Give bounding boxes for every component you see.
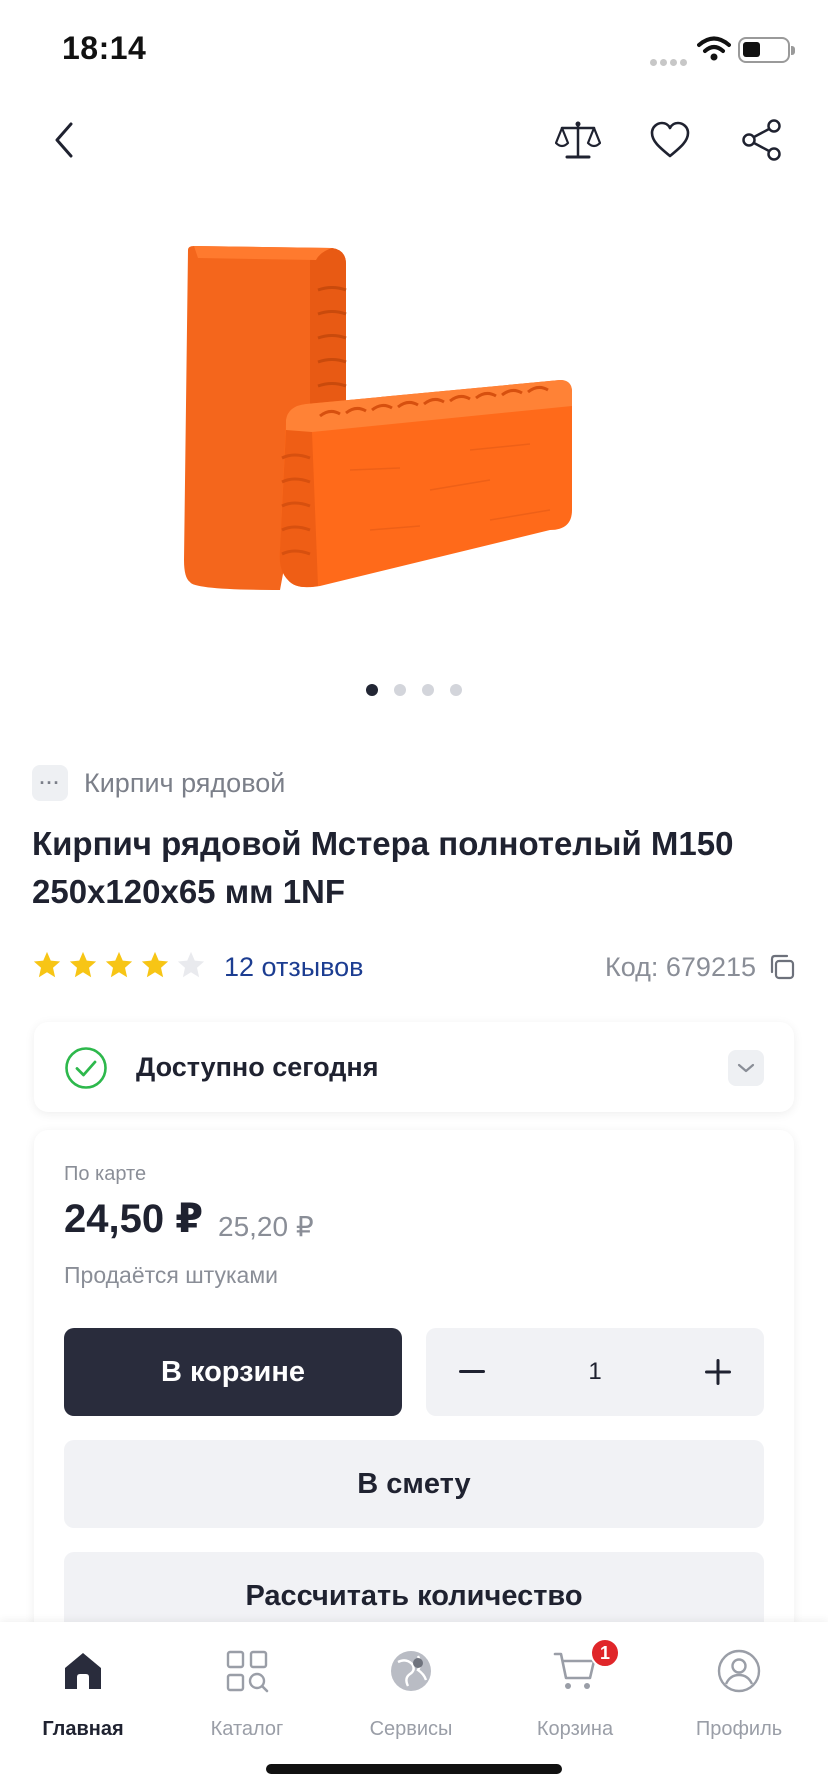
carousel-dot[interactable] (366, 684, 378, 696)
availability-card[interactable]: Доступно сегодня (34, 1022, 794, 1112)
tab-label: Сервисы (369, 1718, 453, 1740)
copy-icon[interactable] (768, 953, 796, 981)
tab-profile[interactable]: Профиль (664, 1638, 814, 1740)
star-filled-icon (141, 951, 169, 978)
home-indicator[interactable] (266, 1764, 562, 1774)
product-image[interactable] (170, 230, 660, 670)
chevron-left-icon (55, 122, 73, 158)
price-caption: По карте (64, 1163, 147, 1185)
top-navigation (0, 100, 828, 180)
star-filled-icon (69, 951, 97, 978)
heart-icon (650, 121, 690, 158)
carousel-dot[interactable] (422, 684, 434, 696)
quantity-value[interactable]: 1 (546, 1328, 644, 1416)
reviews-link[interactable]: 12 отзывов (224, 952, 364, 983)
compare-button[interactable] (550, 112, 606, 168)
image-carousel-dots[interactable] (0, 684, 828, 698)
tab-label: Корзина (536, 1718, 614, 1740)
carousel-dot[interactable] (450, 684, 462, 696)
increase-quantity-button[interactable] (692, 1346, 744, 1398)
product-title: Кирпич рядовой Мстера полнотелый М150 25… (32, 825, 734, 910)
tab-label: Главная (42, 1718, 124, 1740)
in-cart-button[interactable]: В корзине (64, 1328, 402, 1416)
add-to-estimate-button[interactable]: В смету (64, 1440, 764, 1528)
category-label: Кирпич рядовой (84, 767, 286, 798)
status-bar: 18:14 (0, 0, 828, 100)
price-card: По карте 24,50 ₽ 25,20 ₽ Продаётся штука… (34, 1130, 794, 1650)
expand-button[interactable] (728, 1050, 764, 1086)
wifi-icon (697, 36, 731, 61)
plus-icon (705, 1359, 731, 1385)
tab-cart[interactable]: 1 Корзина (500, 1638, 650, 1740)
cart-count-badge: 1 (590, 1638, 620, 1668)
minus-icon (459, 1370, 485, 1373)
decrease-quantity-button[interactable] (446, 1346, 498, 1398)
share-icon (742, 119, 781, 161)
chevron-down-icon (737, 1063, 755, 1073)
rating-row: 12 отзывов Код: 679215 (32, 950, 796, 990)
card-price: 24,50 ₽ (64, 1197, 204, 1241)
services-icon (391, 1651, 431, 1691)
tab-label: Каталог (210, 1718, 284, 1740)
tab-label: Профиль (695, 1718, 783, 1740)
more-dots-icon: ··· (32, 765, 68, 801)
home-icon (65, 1653, 101, 1689)
battery-icon (738, 37, 795, 63)
availability-status: Доступно сегодня (136, 1052, 379, 1082)
status-time: 18:14 (62, 30, 147, 66)
tab-home[interactable]: Главная (8, 1638, 158, 1740)
scales-icon (555, 121, 601, 159)
profile-icon (717, 1649, 761, 1693)
star-filled-icon (33, 951, 61, 978)
cellular-signal-icon (650, 53, 690, 71)
regular-price: 25,20 ₽ (218, 1211, 314, 1242)
category-breadcrumb[interactable]: ··· Кирпич рядовой (32, 764, 285, 802)
share-button[interactable] (734, 112, 790, 168)
sold-by-unit-note: Продаётся штуками (64, 1262, 278, 1288)
rating-stars (32, 950, 206, 980)
product-code: Код: 679215 (604, 952, 756, 982)
star-empty-icon (177, 951, 205, 978)
check-circle-icon (65, 1047, 107, 1089)
catalog-icon (226, 1650, 269, 1693)
carousel-dot[interactable] (394, 684, 406, 696)
star-filled-icon (105, 951, 133, 978)
quantity-stepper: 1 (426, 1328, 764, 1416)
back-button[interactable] (36, 112, 92, 168)
favorite-button[interactable] (642, 112, 698, 168)
tab-catalog[interactable]: Каталог (172, 1638, 322, 1740)
tab-services[interactable]: Сервисы (336, 1638, 486, 1740)
